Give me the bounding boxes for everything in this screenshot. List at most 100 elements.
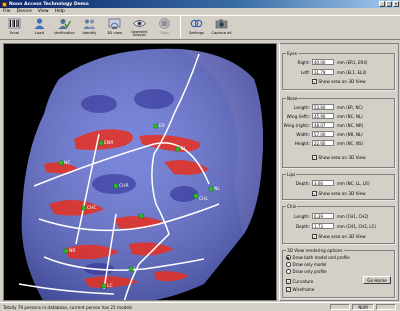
stop-button[interactable]: Stop	[152, 16, 177, 39]
nose-height-label: Height:	[294, 141, 310, 146]
menu-bar: File Device View Help	[0, 8, 400, 15]
chin-length-label: Length:	[294, 214, 310, 219]
nose-height-field[interactable]: 22.60	[312, 140, 334, 146]
measurements-panel: Eyes Right: 40.00 mm (ER1, ER4) Left: 31…	[279, 43, 399, 301]
nose-title: Nose	[286, 96, 299, 101]
toolbar-separator	[180, 16, 181, 38]
identify-icon	[83, 19, 96, 29]
face-model-render: EL ER ENR NC NL CHL CHR CHC NR LL LC	[18, 48, 263, 300]
3d-view-button[interactable]: 3D view	[102, 16, 127, 39]
title-bar: Noon Access Technology Demo _ □ ×	[0, 0, 400, 8]
landmark-chl: CHL	[199, 196, 209, 202]
camera-icon	[215, 19, 228, 29]
chin-length-field[interactable]: 6.39	[312, 213, 334, 219]
landmark-nc: NC	[64, 160, 71, 166]
eyes-left-field[interactable]: 31.79	[312, 69, 334, 75]
nose-length-row: Length: 53.60 mm (ER, NC)	[283, 104, 396, 111]
chin-show-checkbox[interactable]: ✓ Show area on 3D View	[312, 234, 366, 239]
chin-length-unit: mm (CH1, CH2)	[337, 214, 369, 219]
nose-width-label: Width:	[296, 132, 310, 137]
stop-icon	[159, 18, 170, 29]
verification-button[interactable]: Verification	[52, 16, 77, 39]
identify-label: Identify	[82, 31, 97, 35]
chin-length-row: Length: 6.39 mm (CH1, CH2)	[283, 213, 396, 220]
lips-depth-field[interactable]: 3.66	[312, 180, 334, 186]
stop-label: Stop	[160, 31, 169, 35]
landmark-lc: LC	[107, 283, 113, 289]
chin-depth-label: Depth:	[295, 224, 310, 229]
nose-wing-right-field[interactable]: 48.07	[312, 122, 334, 128]
landmark-nl: NL	[214, 186, 220, 192]
nose-wing-right-label: Wing (right):	[283, 123, 310, 128]
landmark-ll: LL	[134, 266, 140, 272]
draw-both-radio[interactable]: Draw both model and profile	[286, 255, 350, 260]
nose-wing-left-label: Wing (left):	[286, 114, 310, 119]
nose-wing-right-unit: mm (NC, NR)	[337, 123, 364, 128]
eye-icon	[133, 20, 146, 27]
lips-depth-unit: mm (NC, LL, LR)	[337, 181, 370, 186]
go-home-button[interactable]: Go Home	[363, 276, 391, 284]
nose-height-unit: mm (NC, NS)	[337, 141, 364, 146]
nose-length-field[interactable]: 53.60	[312, 104, 334, 110]
identify-button[interactable]: Identify	[77, 16, 102, 39]
landmark-chc: CHC	[87, 205, 97, 211]
eyes-right-field[interactable]: 40.00	[312, 59, 334, 65]
verification-label: Verification	[54, 31, 75, 35]
chin-depth-field[interactable]: 1.73	[312, 223, 334, 229]
nose-width-unit: mm (NR, NL)	[337, 132, 363, 137]
eyes-left-row: Left: 31.79 mm (EL1, EL3)	[283, 69, 396, 76]
menu-help[interactable]: Help	[55, 9, 65, 14]
render-options-title: 3D View rendering options	[286, 248, 344, 253]
landmark-nr: NR	[69, 248, 76, 254]
draw-only-model-radio[interactable]: Draw only model	[286, 262, 326, 267]
enrol-button[interactable]: Enrol	[2, 16, 27, 39]
rings-icon	[190, 19, 203, 28]
draw-only-profile-radio[interactable]: Draw only profile	[286, 269, 327, 274]
load-label: Load	[35, 31, 44, 35]
3d-face-viewport[interactable]: EL ER ENR NC NL CHL CHR CHC NR LL LC	[3, 43, 277, 301]
load-button[interactable]: Load	[27, 16, 52, 39]
nose-height-row: Height: 22.60 mm (NC, NS)	[283, 140, 396, 147]
nose-width-row: Width: 57.00 mm (NR, NL)	[283, 131, 396, 138]
minimize-button[interactable]: _	[379, 1, 385, 7]
person-icon	[34, 18, 45, 29]
landmark-enr: ENR	[104, 140, 113, 146]
maximize-button[interactable]: □	[386, 1, 392, 7]
lips-depth-label: Depth:	[295, 181, 310, 186]
enrol-label: Enrol	[9, 31, 20, 35]
wireframe-checkbox[interactable]: ✓ Wireframe	[286, 287, 314, 292]
curvature-checkbox[interactable]: ✓ Curvature	[286, 279, 313, 284]
eyes-title: Eyes	[286, 51, 298, 56]
menu-device[interactable]: Device	[17, 9, 32, 14]
chin-group: Chin Length: 6.39 mm (CH1, CH2) Depth: 1…	[282, 204, 396, 244]
close-button[interactable]: ×	[393, 1, 399, 7]
3d-view-label: 3D view	[107, 31, 122, 35]
capture-all-button[interactable]: Capture all	[209, 16, 234, 39]
nose-show-checkbox[interactable]: ✓ Show area on 3D View	[312, 155, 366, 160]
geometric-analysis-label: Geometric Analysis	[131, 30, 148, 38]
nose-wing-left-unit: mm (NC, NL)	[337, 114, 363, 119]
menu-view[interactable]: View	[38, 9, 49, 14]
lips-show-checkbox[interactable]: ✓ Show area on 3D View	[312, 191, 366, 196]
nose-width-field[interactable]: 57.00	[312, 131, 334, 137]
eyes-right-unit: mm (ER1, ER4)	[337, 60, 368, 65]
geometric-analysis-button[interactable]: Geometric Analysis	[127, 16, 152, 39]
chin-depth-unit: mm (CH1, CH2, LC)	[337, 224, 376, 229]
status-pane-1	[330, 304, 350, 310]
capture-all-label: Capture all	[211, 31, 232, 35]
eyes-show-checkbox[interactable]: ✓ Show area on 3D View	[312, 79, 366, 84]
eyes-right-row: Right: 40.00 mm (ER1, ER4)	[283, 59, 396, 66]
app-icon	[2, 1, 7, 7]
nose-length-label: Length:	[294, 105, 310, 110]
lips-group: Lips Depth: 3.66 mm (NC, LL, LR) ✓ Show …	[282, 172, 395, 200]
settings-button[interactable]: Settings	[184, 16, 209, 39]
lips-title: Lips	[286, 172, 297, 177]
menu-file[interactable]: File	[3, 9, 11, 14]
landmark-chr: CHR	[119, 183, 129, 189]
nose-wing-left-row: Wing (left): 45.90 mm (NC, NL)	[283, 113, 396, 120]
window-title: Noon Access Technology Demo	[9, 1, 89, 7]
eyes-left-unit: mm (EL1, EL3)	[337, 70, 367, 75]
nose-wing-left-field[interactable]: 45.90	[312, 113, 334, 119]
landmark-er: ER	[159, 123, 165, 129]
status-message: Totally 79 persons in database, current …	[3, 305, 133, 310]
